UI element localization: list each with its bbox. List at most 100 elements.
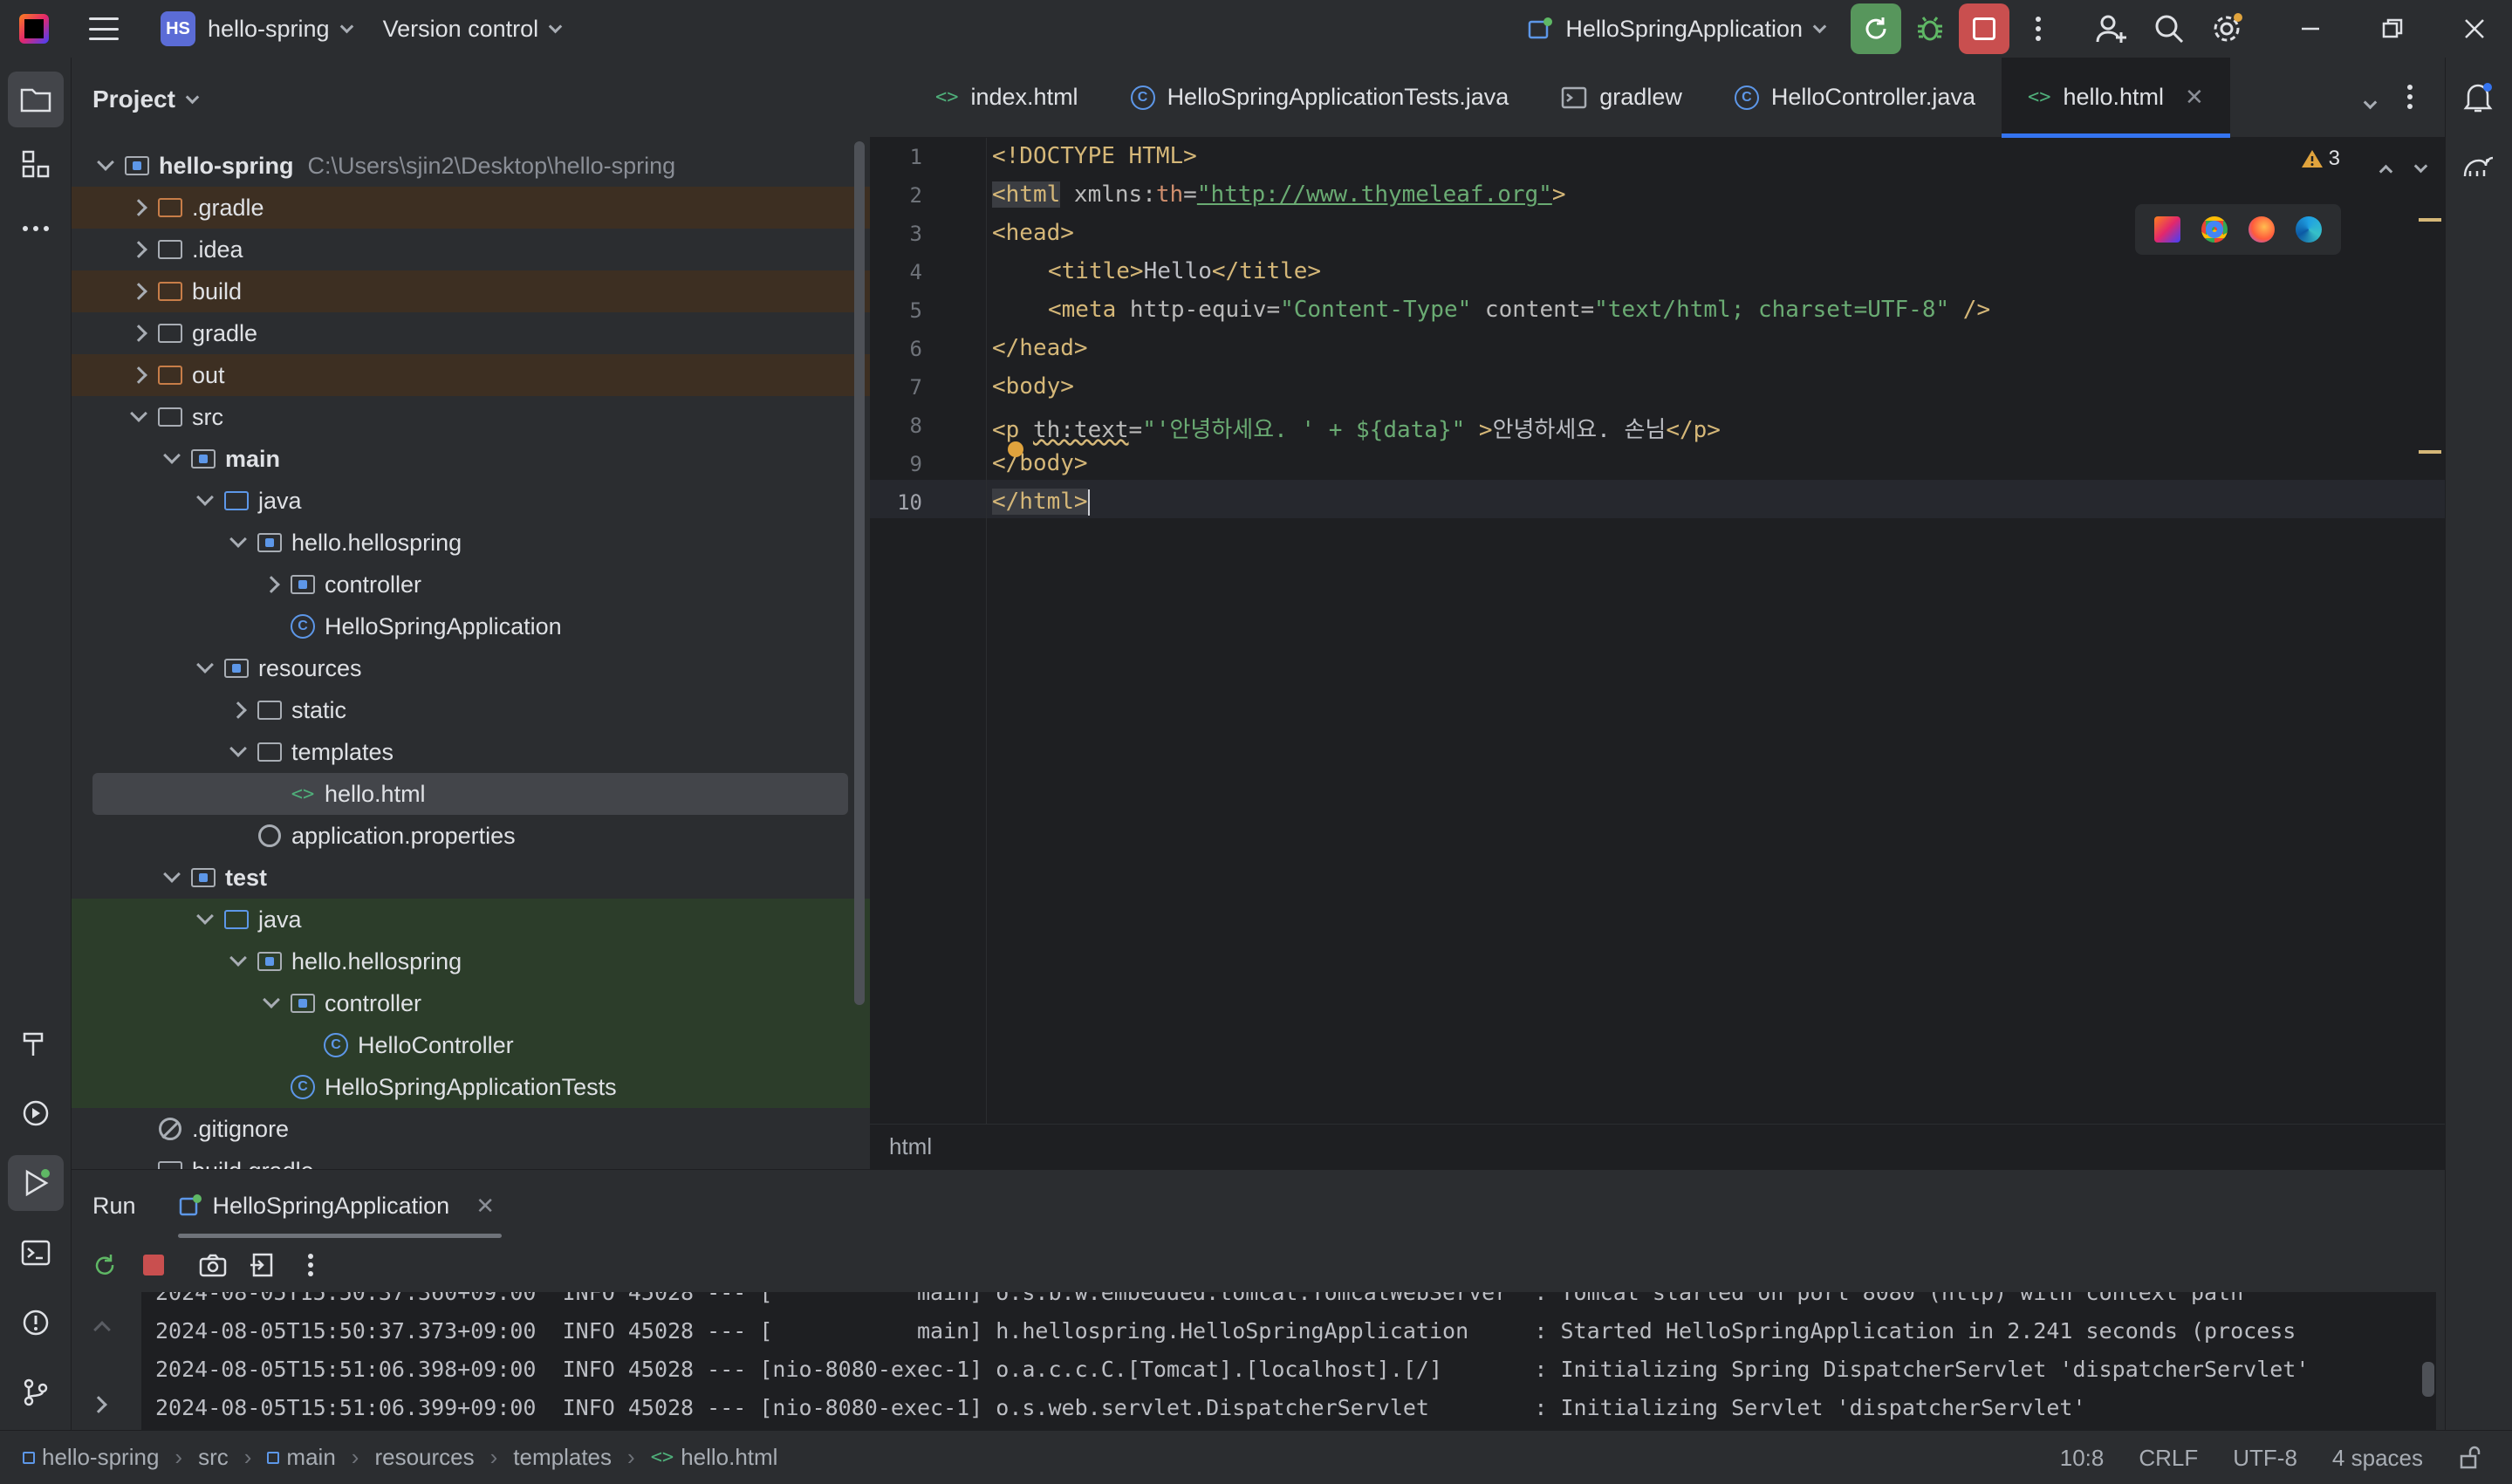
crumb-item[interactable]: templates [513, 1444, 612, 1471]
rerun-button[interactable] [1851, 3, 1901, 54]
project-tool-button[interactable] [8, 72, 64, 127]
problems-tool-button[interactable] [8, 1295, 64, 1351]
notifications-button[interactable] [2461, 80, 2495, 121]
warning-stripe-mark[interactable] [2419, 218, 2441, 222]
run-config-selector[interactable]: HelloSpringApplication [1516, 7, 1835, 51]
tree-item[interactable]: C HelloController [72, 1024, 870, 1066]
tree-item[interactable]: templates [72, 731, 870, 773]
run-tool-button[interactable] [8, 1155, 64, 1211]
edge-icon[interactable] [2296, 216, 2322, 243]
structure-tool-button[interactable] [8, 136, 64, 192]
chevron-down-icon[interactable] [263, 991, 280, 1009]
tree-item[interactable]: static [72, 689, 870, 731]
tab-hellospringapplicationtests[interactable]: C HelloSpringApplicationTests.java [1105, 58, 1536, 138]
tree-item[interactable]: test [72, 857, 870, 899]
chevron-down-icon[interactable] [163, 447, 181, 464]
crumb-item[interactable]: hello-spring [42, 1444, 159, 1471]
close-window-button[interactable] [2446, 0, 2503, 58]
tree-item[interactable]: hello.hellospring [72, 940, 870, 982]
chrome-icon[interactable] [2201, 216, 2228, 243]
console-output[interactable]: 2024-08-05T15:50:37.360+09:00 INFO 45028… [141, 1292, 2436, 1431]
line-separator[interactable]: CRLF [2139, 1445, 2198, 1472]
gradle-tool-button[interactable] [2461, 150, 2496, 188]
chevron-right-icon[interactable] [130, 325, 147, 342]
tab-gradlew[interactable]: gradlew [1535, 58, 1708, 138]
stop-button[interactable] [129, 1241, 178, 1289]
chevron-down-icon[interactable] [229, 530, 247, 548]
chevron-right-icon[interactable] [263, 576, 280, 593]
run-session-tab[interactable]: HelloSpringApplication ✕ [157, 1170, 516, 1241]
vcs-widget[interactable]: Version control [373, 7, 572, 51]
main-menu-icon[interactable] [89, 17, 119, 40]
project-scrollbar[interactable] [854, 141, 865, 1005]
exit-button[interactable] [237, 1241, 286, 1289]
chevron-down-icon[interactable] [229, 949, 247, 967]
chevron-down-icon[interactable] [97, 154, 114, 171]
more-tools-button[interactable] [8, 201, 64, 256]
crumb-item[interactable]: src [198, 1444, 229, 1471]
tree-item[interactable]: .gitignore [72, 1108, 870, 1150]
code-with-me-button[interactable] [2083, 0, 2140, 58]
tree-item[interactable]: src [72, 396, 870, 438]
tree-item[interactable]: controller [72, 564, 870, 605]
tab-more-button[interactable] [2406, 84, 2413, 116]
debug-button[interactable] [1901, 0, 1959, 58]
tree-item[interactable]: gradle [72, 312, 870, 354]
chevron-right-icon[interactable] [229, 701, 247, 719]
crumb-item[interactable]: main [286, 1444, 335, 1471]
console-scrollbar[interactable] [2422, 1362, 2434, 1397]
tree-item[interactable]: build.gradle [72, 1150, 870, 1169]
next-highlight-button[interactable] [2413, 150, 2428, 177]
previous-highlight-button[interactable] [2379, 155, 2393, 182]
chevron-down-icon[interactable] [229, 740, 247, 757]
rerun-button[interactable] [80, 1241, 129, 1289]
tab-index-html[interactable]: <> index.html [870, 58, 1105, 138]
more-actions-button[interactable] [2009, 0, 2067, 58]
tree-item[interactable]: hello.hellospring [72, 522, 870, 564]
intellij-logo-icon[interactable] [19, 14, 49, 44]
thread-dump-button[interactable] [188, 1241, 237, 1289]
read-only-lock-icon[interactable] [2458, 1446, 2482, 1470]
tree-item[interactable]: C HelloSpringApplicationTests [72, 1066, 870, 1108]
tree-item[interactable]: java [72, 899, 870, 940]
chevron-down-icon[interactable] [196, 489, 214, 506]
indent-setting[interactable]: 4 spaces [2332, 1445, 2423, 1472]
minimize-button[interactable] [2282, 0, 2339, 58]
tree-item[interactable]: .gradle [72, 187, 870, 229]
tree-item[interactable]: application.properties [72, 815, 870, 857]
tree-item[interactable]: <> hello.html [92, 773, 848, 815]
tree-item[interactable]: hello-spring C:\Users\sjin2\Desktop\hello… [72, 145, 870, 187]
inspection-widget[interactable]: 3 [2301, 147, 2340, 171]
file-encoding[interactable]: UTF-8 [2233, 1445, 2297, 1472]
chevron-right-icon[interactable] [130, 283, 147, 300]
git-tool-button[interactable] [8, 1364, 64, 1420]
code-editor[interactable]: 1 2 3 4 5 6 7 8 9 10 <!DOCTYPE HTML> <ht… [870, 138, 2445, 1124]
expand-arrow-icon[interactable] [90, 1396, 107, 1413]
tree-item[interactable]: build [72, 270, 870, 312]
project-switcher[interactable]: HS hello-spring [150, 7, 362, 51]
tab-hellocontroller[interactable]: C HelloController.java [1708, 58, 2002, 138]
close-tab-icon[interactable]: ✕ [2185, 84, 2204, 111]
search-everywhere-button[interactable] [2140, 0, 2198, 58]
chevron-right-icon[interactable] [130, 241, 147, 258]
tab-list-button[interactable] [2363, 86, 2378, 113]
tree-item[interactable]: .idea [72, 229, 870, 270]
tree-item[interactable]: controller [72, 982, 870, 1024]
close-tab-icon[interactable]: ✕ [476, 1193, 495, 1220]
breadcrumb-item[interactable]: html [889, 1133, 932, 1160]
chevron-down-icon[interactable] [196, 656, 214, 674]
tree-item[interactable]: main [72, 438, 870, 480]
warning-stripe-mark[interactable] [2419, 450, 2441, 454]
caret-position[interactable]: 10:8 [2060, 1445, 2105, 1472]
settings-button[interactable] [2198, 0, 2255, 58]
tree-item[interactable]: java [72, 480, 870, 522]
tab-hello-html[interactable]: <> hello.html ✕ [2001, 57, 2230, 138]
services-tool-button[interactable] [8, 1085, 64, 1141]
chevron-down-icon[interactable] [163, 865, 181, 883]
chevron-right-icon[interactable] [130, 366, 147, 384]
lightbulb-icon[interactable] [1008, 441, 1023, 457]
restore-button[interactable] [2364, 0, 2421, 58]
crumb-item[interactable]: resources [374, 1444, 474, 1471]
chevron-down-icon[interactable] [196, 907, 214, 925]
terminal-tool-button[interactable] [8, 1225, 64, 1281]
